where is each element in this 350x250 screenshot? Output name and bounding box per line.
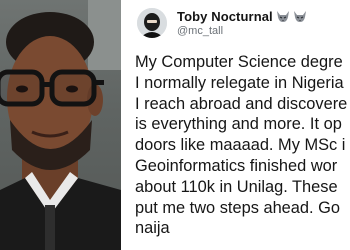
- tweet-line: I reach abroad and discovere: [135, 94, 348, 113]
- tweet-line: naija: [135, 219, 170, 238]
- background-window: [88, 0, 121, 70]
- tweet-screenshot-composite: Toby Nocturnal @mc_tall My Computer Scie…: [0, 0, 350, 250]
- tweet-line: about 110k in Unilag. These: [135, 177, 338, 196]
- tweet-card: Toby Nocturnal @mc_tall My Computer Scie…: [125, 0, 350, 250]
- portrait-illustration: [0, 0, 121, 250]
- right-eye: [66, 85, 78, 93]
- tweet-body: My Computer Science degre I normally rel…: [135, 52, 350, 239]
- author-handle[interactable]: @mc_tall: [177, 25, 223, 37]
- masked-person-avatar: [137, 8, 167, 38]
- tweet-line: My Computer Science degre: [135, 53, 343, 71]
- wolf-icon: [293, 10, 307, 23]
- tweet-line: is everything and more. It op: [135, 115, 342, 134]
- tweet-line: doors like maaaad. My MSc i: [135, 136, 346, 155]
- tweet-line: put me two steps ahead. Go: [135, 198, 341, 217]
- glasses-arm: [92, 80, 104, 85]
- left-eye: [16, 85, 28, 93]
- wolf-icon: [276, 10, 290, 23]
- man-with-glasses-photo: [0, 0, 121, 250]
- jacket-zipper: [45, 205, 55, 250]
- author-name-row[interactable]: Toby Nocturnal: [177, 9, 307, 24]
- author-display-name[interactable]: Toby Nocturnal: [177, 9, 273, 24]
- glasses-bridge: [40, 82, 54, 87]
- tweet-line: I normally relegate in Nigeria: [135, 73, 344, 92]
- tweet-line: Geoinformatics finished wor: [135, 156, 338, 175]
- avatar-eye-slit: [147, 20, 157, 23]
- author-avatar[interactable]: [137, 8, 167, 38]
